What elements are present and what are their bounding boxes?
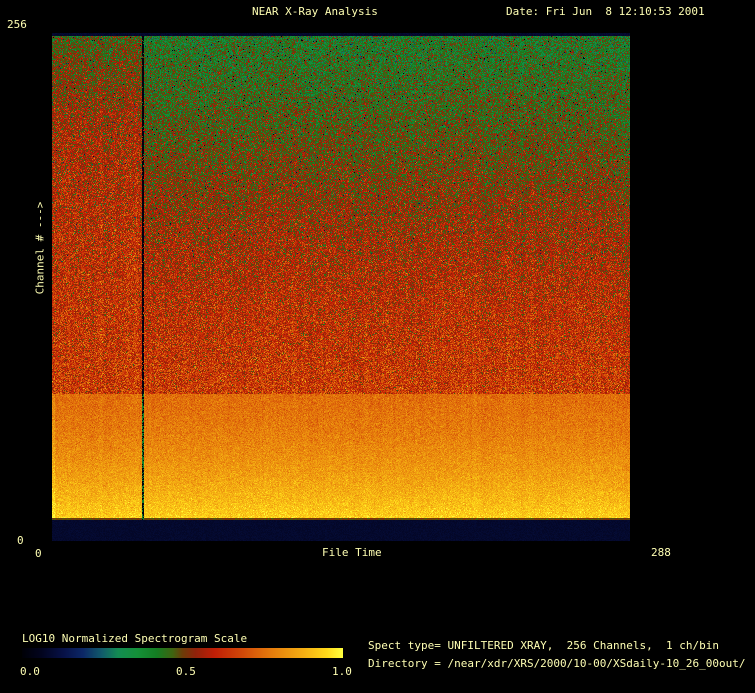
y-axis-max-tick: 256 [7, 18, 27, 31]
page-title: NEAR X-Ray Analysis [252, 5, 378, 18]
colorbar-title: LOG10 Normalized Spectrogram Scale [22, 632, 248, 645]
near-xray-analysis-window: { "window": { "background": "#000000", "… [0, 0, 755, 693]
colorbar-gradient [22, 648, 343, 658]
colorbar-tick-0: 0.0 [20, 665, 40, 678]
y-axis-min-tick: 0 [17, 534, 24, 547]
colorbar-tick-mid: 0.5 [176, 665, 196, 678]
date-label: Date: Fri Jun 8 12:10:53 2001 [506, 5, 705, 18]
x-axis-label: File Time [322, 546, 382, 559]
directory-info: Directory = /near/xdr/XRS/2000/10-00/XSd… [368, 657, 746, 670]
x-axis-min-tick: 0 [35, 547, 42, 560]
colorbar-tick-1: 1.0 [332, 665, 352, 678]
x-axis-max-tick: 288 [651, 546, 671, 559]
spect-type-info: Spect type= UNFILTERED XRAY, 256 Channel… [368, 639, 719, 652]
spectrogram-heatmap [52, 33, 630, 541]
y-axis-label: Channel # ---> [33, 201, 47, 295]
